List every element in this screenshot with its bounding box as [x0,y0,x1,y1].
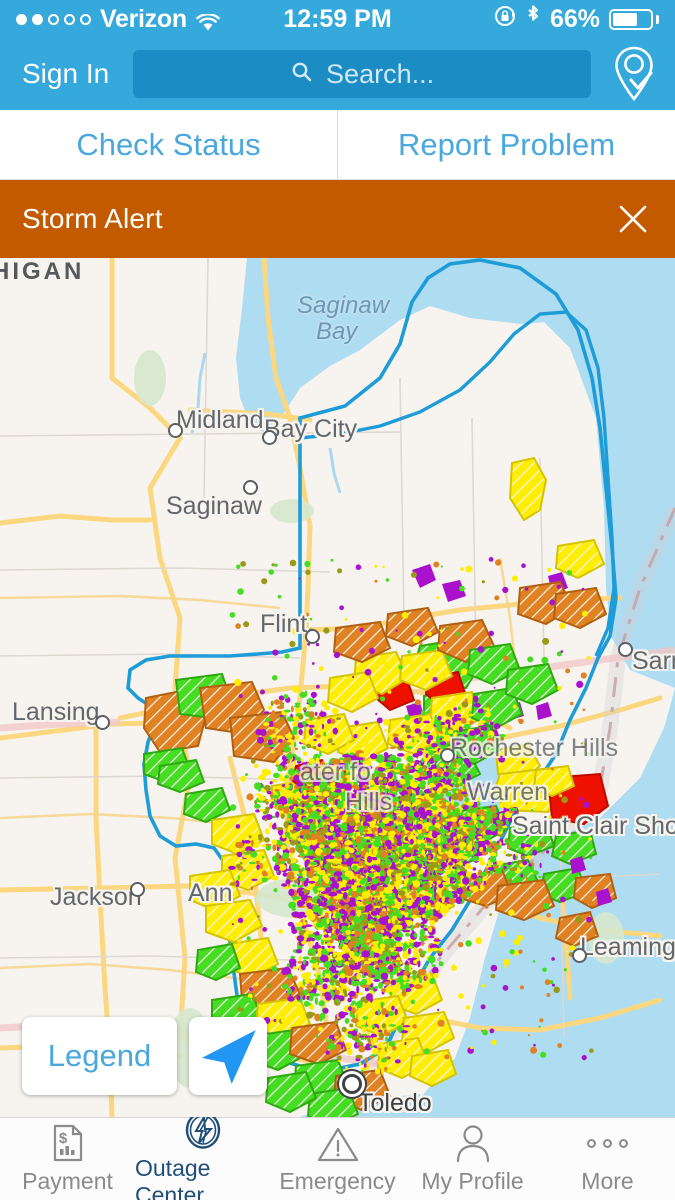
map-pin-check-icon[interactable] [607,45,661,103]
city-dot [440,748,455,763]
search-placeholder: Search... [326,58,435,89]
locate-me-button[interactable] [189,1017,267,1095]
rotation-lock-icon [494,5,516,34]
carrier-label: Verizon [100,4,187,33]
tab-more[interactable]: More [540,1123,675,1195]
close-icon[interactable] [613,199,653,239]
tab-emergency[interactable]: Emergency [270,1123,405,1195]
ellipsis-icon [587,1123,628,1163]
tab-report-problem[interactable]: Report Problem [337,110,675,179]
tab-outage-center[interactable]: Outage Center [135,1110,270,1200]
tab-payment[interactable]: $ Payment [0,1123,135,1195]
bottom-tab-bar: $ Payment Outage Center Emergency My Pro… [0,1110,675,1200]
city-dot [572,948,587,963]
city-dot [95,715,110,730]
payment-document-icon: $ [50,1123,86,1163]
tab-label: My Profile [421,1168,524,1194]
outage-map[interactable]: HIGAN Saginaw Bay Midland Bay City Sagin… [0,258,675,1117]
warning-triangle-icon [316,1123,360,1163]
battery-icon [609,8,659,30]
tab-my-profile[interactable]: My Profile [405,1123,540,1195]
city-dot [168,423,183,438]
tab-label: Outage Center [135,1154,211,1200]
app-screen: Verizon 12:59 PM 66% Sign In Search... C… [0,0,675,1200]
tab-label: Payment [22,1168,113,1194]
status-bar: Verizon 12:59 PM 66% [0,0,675,38]
app-header: Sign In Search... [0,38,675,110]
storm-alert-title: Storm Alert [22,203,163,234]
search-icon [290,60,314,89]
city-dot [130,882,145,897]
tab-label: More [581,1168,634,1194]
wifi-icon [196,10,220,31]
city-dot [305,629,320,644]
battery-percent-label: 66% [549,4,600,33]
person-icon [455,1123,491,1163]
bluetooth-icon [525,4,541,35]
tab-strip: Check Status Report Problem [0,110,675,180]
city-dot [618,642,633,657]
tab-label: Emergency [279,1168,396,1194]
city-dot [342,1074,362,1094]
city-dot [243,480,258,495]
city-dot [262,430,277,445]
legend-button[interactable]: Legend [22,1017,177,1095]
signal-strength-icon [16,13,91,25]
sign-in-button[interactable]: Sign In [14,58,117,90]
status-right: 66% [494,4,659,35]
status-left: Verizon [16,5,220,34]
search-input[interactable]: Search... [133,50,591,98]
map-canvas [0,258,675,1117]
storm-alert-banner[interactable]: Storm Alert [0,180,675,258]
tab-check-status[interactable]: Check Status [0,110,337,179]
